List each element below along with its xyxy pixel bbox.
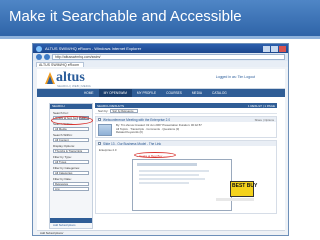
- filter-select[interactable]: Relevance: [53, 182, 89, 186]
- logo-shadow: [216, 198, 254, 201]
- window-controls: [263, 45, 288, 52]
- filter-select[interactable]: All Media: [53, 127, 89, 131]
- slide-title: Make it Searchable and Accessible: [9, 8, 242, 25]
- result-title-bar: Webconference Meeting with the Enterpris…: [96, 117, 276, 122]
- altus-logo-icon: [45, 72, 55, 84]
- slide-title-bar-result: Slide 13 - Our Business Model - The Link: [96, 141, 276, 146]
- site-tagline: SEARCH | WEB | MEDIA: [57, 84, 91, 88]
- filter-select[interactable]: Thumbs & Transcripts: [53, 149, 89, 153]
- site-header: altus SEARCH | WEB | MEDIA Logged in as:…: [37, 69, 285, 89]
- add-subscriptions-link[interactable]: Add Subscriptions: [50, 223, 92, 227]
- result-meta: By: Tim Zenus Created: 02 Jun 2007 Prese…: [116, 123, 202, 135]
- maximize-icon[interactable]: [271, 45, 278, 52]
- filter-select[interactable]: All Types: [53, 160, 89, 164]
- result-title[interactable]: Webconference Meeting with the Enterpris…: [103, 118, 170, 122]
- main-nav: HOME MY OPENSWIM MY PROFILE COURSES MEDI…: [37, 89, 285, 97]
- nav-my-profile[interactable]: MY PROFILE: [132, 89, 161, 97]
- slide-preview[interactable]: [132, 159, 232, 211]
- filter-label: Filter by Type:: [53, 155, 72, 159]
- preview-title-line: [137, 163, 197, 166]
- best-buy-logo-text: BEST BUY: [232, 183, 258, 189]
- sort-label: Sort by:: [98, 108, 109, 113]
- preview-line: [139, 182, 189, 184]
- filter-select[interactable]: Any: [53, 187, 89, 191]
- results-pager[interactable]: 1 RESULT | 1 PAGE: [248, 104, 275, 108]
- title-divider: [0, 36, 320, 39]
- filter-select[interactable]: All Content: [53, 138, 89, 142]
- sort-select[interactable]: Sort by Relevance: [110, 108, 139, 113]
- ie-icon: [36, 45, 42, 52]
- status-bar: Add Subscriptions/: [37, 230, 285, 235]
- nav-home[interactable]: HOME: [79, 89, 99, 97]
- result-item[interactable]: Webconference Meeting with the Enterpris…: [95, 116, 277, 138]
- header-links[interactable]: Logged in as: Tim Logout: [216, 75, 255, 79]
- nav-catalog[interactable]: CATALOG: [207, 89, 232, 97]
- nav-courses[interactable]: COURSES: [161, 89, 187, 97]
- best-buy-logo: BEST BUY: [230, 181, 258, 197]
- minimize-icon[interactable]: [263, 45, 270, 52]
- result-thumbnail[interactable]: [98, 124, 112, 136]
- search-results: SEARCH RESULTS 1 RESULT | 1 PAGE Sort by…: [95, 103, 277, 231]
- browser-tab[interactable]: ALTUS SWIM/HQ eRoom: [36, 62, 84, 67]
- forward-icon[interactable]: [44, 54, 50, 60]
- results-heading: SEARCH RESULTS: [97, 103, 124, 108]
- back-icon[interactable]: [36, 54, 42, 60]
- filter-label: Display Options:: [53, 144, 75, 148]
- preview-line: [139, 178, 205, 180]
- close-icon[interactable]: [279, 45, 286, 52]
- slide-title-bar: Make it Searchable and Accessible: [0, 0, 320, 36]
- address-bar: http://altusswimhq.com/swim/: [33, 53, 288, 61]
- nav-my-openswim[interactable]: MY OPENSWIM: [98, 89, 132, 97]
- result-checkbox[interactable]: [98, 118, 101, 121]
- result-slide-item[interactable]: Slide 13 - Our Business Model - The Link…: [95, 140, 277, 214]
- filter-label: Filter by Categories:: [53, 166, 80, 170]
- subscriptions-box: Add Subscriptions: [50, 218, 92, 228]
- slide-result-sub: Enterprise 2.0: [99, 148, 117, 152]
- page-content: SEARCH Search For: Geeks at best buy Sea…: [49, 103, 277, 231]
- nav-media[interactable]: MEDIA: [187, 89, 207, 97]
- result-meta-line[interactable]: Related Keywords (0): [116, 131, 202, 135]
- browser-titlebar: ALTUS SWIM/HQ eRoom - Windows Internet E…: [33, 44, 288, 53]
- tab-bar: ALTUS SWIM/HQ eRoom: [33, 61, 288, 67]
- sort-bar: Sort by: Sort by Relevance: [95, 108, 277, 114]
- filter-select[interactable]: All Categories: [53, 171, 89, 175]
- search-label: Search For:: [53, 111, 69, 115]
- preview-line: [139, 174, 199, 176]
- search-highlight-ring: [51, 116, 93, 125]
- slide-result-title[interactable]: Slide 13 - Our Business Model - The Link: [103, 142, 161, 146]
- filter-heading: SEARCH: [50, 104, 92, 109]
- web-page: altus SEARCH | WEB | MEDIA Logged in as:…: [37, 69, 285, 235]
- window-title: ALTUS SWIM/HQ eRoom - Windows Internet E…: [45, 46, 142, 51]
- search-filter-panel: SEARCH Search For: Geeks at best buy Sea…: [49, 103, 93, 229]
- result-checkbox[interactable]: [98, 142, 101, 145]
- result-tools[interactable]: Share | Options: [255, 118, 276, 122]
- browser-window: ALTUS SWIM/HQ eRoom - Windows Internet E…: [32, 43, 289, 236]
- highlight-ring: [134, 152, 176, 158]
- filter-label: Search Within:: [53, 133, 73, 137]
- preview-line: [139, 170, 209, 172]
- filter-label: Filter by Date:: [53, 177, 72, 181]
- address-input[interactable]: http://altusswimhq.com/swim/: [52, 54, 285, 60]
